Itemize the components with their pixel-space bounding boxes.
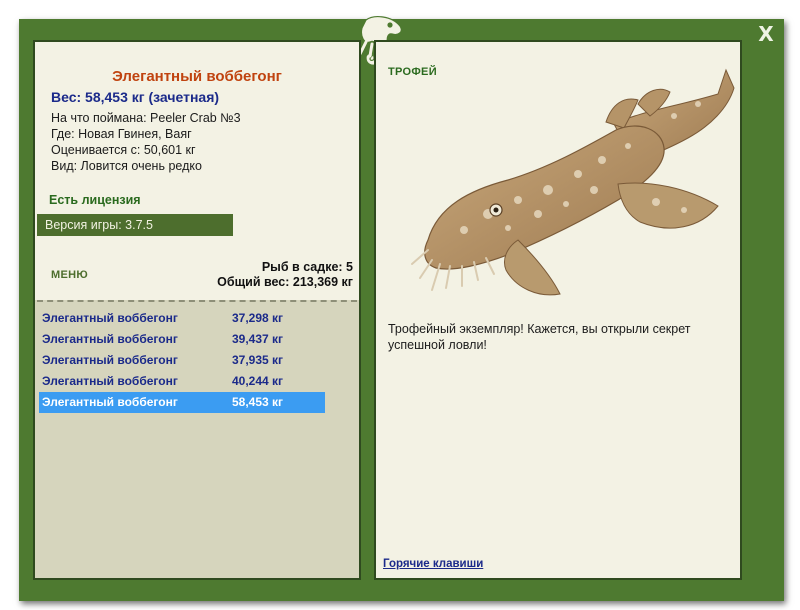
keepnet-stats: Рыб в садке: 5 Общий вес: 213,369 кг xyxy=(217,260,353,290)
fish-location: Где: Новая Гвинея, Ваяг xyxy=(51,127,192,141)
catch-fish-name: Элегантный воббегонг xyxy=(42,332,178,346)
catch-list-item[interactable]: Элегантный воббегонг 39,437 кг xyxy=(39,329,325,350)
divider xyxy=(37,300,357,302)
catch-list-item[interactable]: Элегантный воббегонг 37,935 кг xyxy=(39,350,325,371)
keepnet-count: Рыб в садке: 5 xyxy=(261,260,353,274)
catch-fish-name: Элегантный воббегонг xyxy=(42,374,178,388)
trophy-panel: ТРОФЕЙ Трофейный экземпляр! Кажется, вы … xyxy=(374,40,742,580)
menu-button[interactable]: МЕНЮ xyxy=(51,269,88,281)
fish-weight: Вес: 58,453 кг (зачетная) xyxy=(51,89,220,105)
catch-list-item[interactable]: Элегантный воббегонг 37,298 кг xyxy=(39,308,325,329)
catch-fish-name: Элегантный воббегонг xyxy=(42,311,178,325)
fish-title: Элегантный воббегонг xyxy=(112,68,282,85)
catch-fish-weight: 37,298 кг xyxy=(232,311,284,325)
catch-list-item[interactable]: Элегантный воббегонг 58,453 кг xyxy=(39,392,325,413)
fish-details-panel: Элегантный воббегонг Вес: 58,453 кг (зач… xyxy=(33,40,361,580)
catch-fish-name: Элегантный воббегонг xyxy=(42,395,178,409)
close-button[interactable]: X xyxy=(754,22,778,46)
trophy-text: Трофейный экземпляр! Кажется, вы открыли… xyxy=(388,322,691,352)
trophy-label: ТРОФЕЙ xyxy=(388,66,437,78)
catch-fish-weight: 58,453 кг xyxy=(232,395,284,409)
fish-scored-from: Оценивается с: 50,601 кг xyxy=(51,143,196,157)
fish-rarity: Вид: Ловится очень редко xyxy=(51,159,202,173)
version-bar: Версия игры: 3.7.5 xyxy=(37,214,233,236)
catch-fish-name: Элегантный воббегонг xyxy=(42,353,178,367)
fish-bait: На что поймана: Peeler Crab №3 xyxy=(51,111,241,125)
catch-list-item[interactable]: Элегантный воббегонг 40,244 кг xyxy=(39,371,325,392)
catch-list: Элегантный воббегонг 37,298 кг Элегантный … xyxy=(39,308,325,413)
catch-fish-weight: 40,244 кг xyxy=(232,374,284,388)
catch-fish-weight: 37,935 кг xyxy=(232,353,284,367)
wobbegong-fish-image xyxy=(411,68,735,296)
keepnet-total-weight: Общий вес: 213,369 кг xyxy=(217,275,353,289)
license-status: Есть лицензия xyxy=(49,193,141,207)
hotkeys-link[interactable]: Горячие клавиши xyxy=(383,558,483,570)
catch-fish-weight: 39,437 кг xyxy=(232,332,284,346)
